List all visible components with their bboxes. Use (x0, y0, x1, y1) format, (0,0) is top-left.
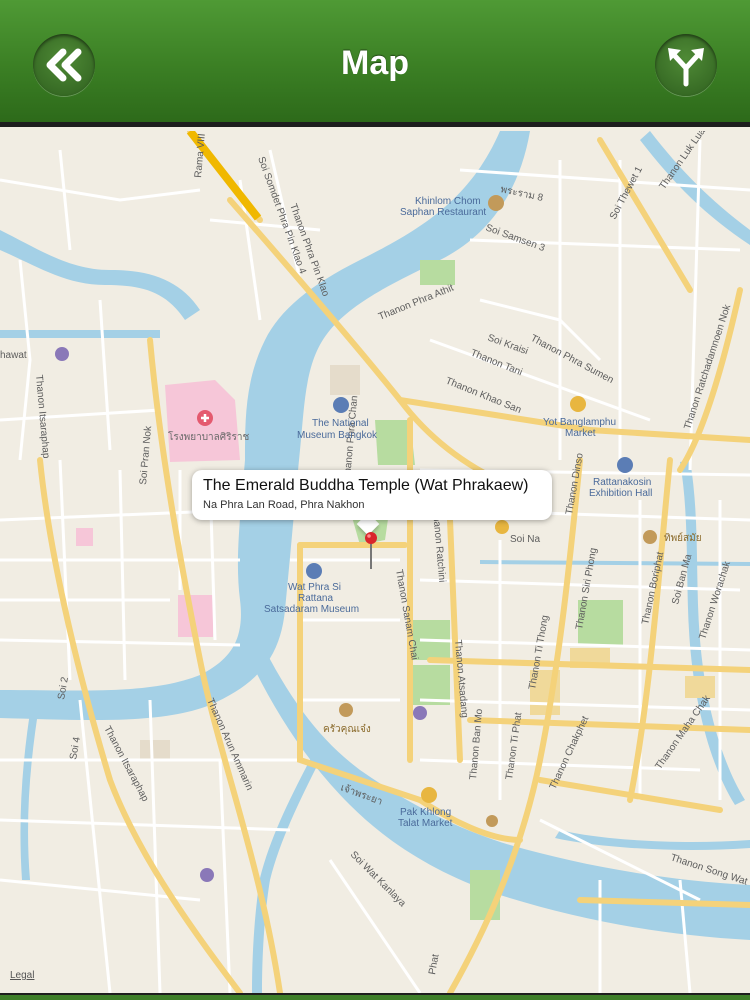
directions-fork-icon (668, 48, 704, 87)
poi-label: Rattanakosin (593, 477, 651, 488)
callout-title: The Emerald Buddha Temple (Wat Phrakaew) (203, 477, 529, 494)
poi-label: The National (312, 418, 369, 429)
museum-icon (617, 457, 633, 473)
restaurant-icon (488, 195, 504, 211)
street-label: Soi 4 (68, 736, 83, 761)
restaurant-icon (643, 530, 657, 544)
museum-icon (333, 397, 349, 413)
restaurant-icon (339, 703, 353, 717)
poi-label: Wat Phra Si (288, 582, 341, 593)
callout-address: Na Phra Lan Road, Phra Nakhon (203, 499, 365, 511)
poi-label: ครัวคุณเจ๋ง (323, 723, 371, 735)
street-label: Thanon Itsaraphap (101, 724, 150, 804)
street-label: Soi Kraisi (486, 332, 529, 357)
transit-icon (200, 868, 214, 882)
street-label: Thanon Sanam Chai (393, 569, 420, 661)
poi-label: Talat Market (398, 818, 453, 829)
poi-label: โรงพยาบาลศิริราช (168, 430, 249, 443)
street-label: hawat (0, 350, 27, 361)
poi-label: Museum Bangkok (297, 430, 378, 441)
location-callout[interactable]: The Emerald Buddha Temple (Wat Phrakaew)… (192, 470, 552, 520)
poi-label: ทิพย์สมัย (664, 532, 702, 544)
nav-bar: Map (0, 0, 750, 127)
poi-label: Market (565, 428, 596, 439)
map-pin-icon[interactable] (365, 531, 377, 571)
street-label: Soi Samsen 3 (484, 222, 547, 254)
poi-label: Exhibition Hall (589, 488, 652, 499)
legal-link[interactable]: Legal (10, 970, 34, 981)
poi-label: Khinlom Chom (415, 196, 481, 207)
poi-label: Satsadaram Museum (264, 604, 359, 615)
street-label: Thanon Worachak (697, 559, 733, 641)
river (0, 131, 530, 721)
poi-label: Rattana (298, 593, 333, 604)
street-label: Soi Na (510, 534, 540, 545)
street-label: Phat (427, 953, 441, 975)
directions-button[interactable] (655, 34, 717, 96)
street-label: Thanon Phra Sumen (529, 333, 616, 386)
street-label: Thanon Phra Athit (377, 283, 456, 323)
market-icon (570, 396, 586, 412)
poi-label: Yot Banglamphu (543, 417, 616, 428)
poi-label: Saphan Restaurant (400, 207, 486, 218)
street-label: Thanon Maha Chak (653, 693, 713, 772)
poi-label: Pak Khlong (400, 807, 451, 818)
street-label: Soi Pran Nok (138, 425, 154, 486)
market-icon (495, 520, 509, 534)
transit-icon (413, 706, 427, 720)
street-label: Thanon Ratchini (430, 509, 447, 583)
bottom-bar (0, 993, 750, 1000)
street-label: พระราม 8 (499, 184, 544, 204)
market-icon (421, 787, 437, 803)
street-label: Thanon Dinso (564, 452, 586, 516)
museum-icon (306, 563, 322, 579)
transit-icon (55, 347, 69, 361)
page-title: Map (341, 44, 409, 82)
street-label: Soi Thewet 1 (608, 164, 645, 221)
restaurant-icon (486, 815, 498, 827)
